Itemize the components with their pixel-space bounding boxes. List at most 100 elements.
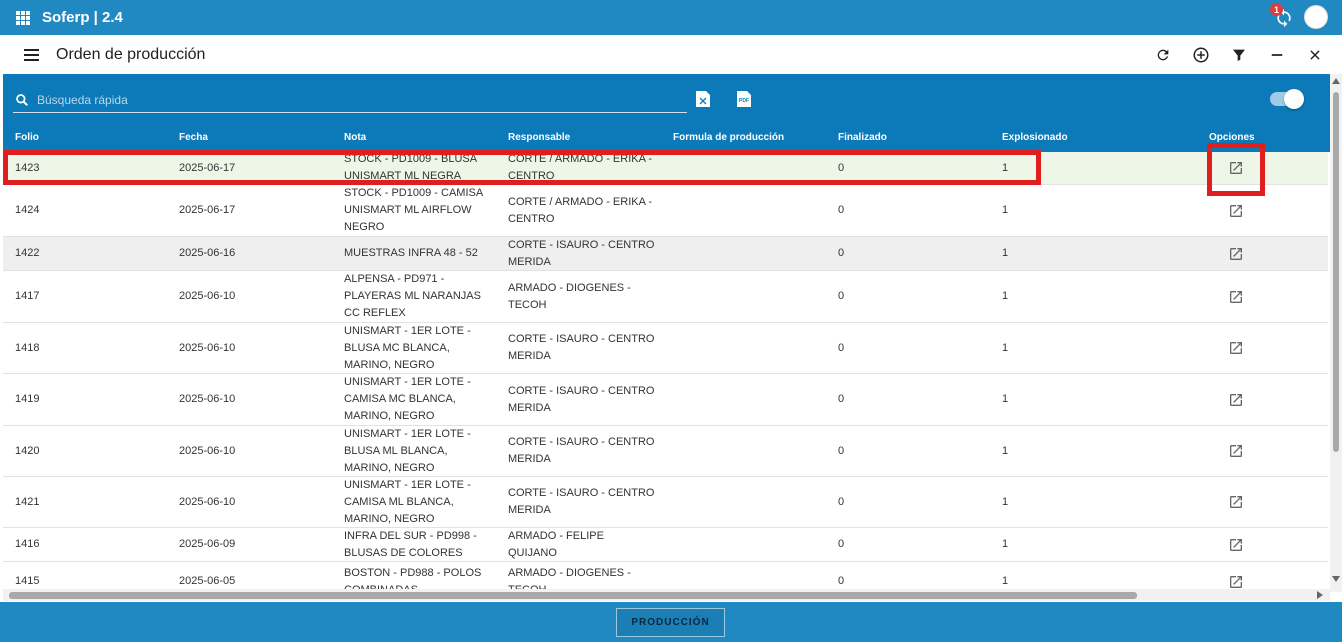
menu-icon[interactable] xyxy=(24,48,39,61)
cell-folio: 1424 xyxy=(15,204,40,216)
cell-responsable-line: QUIJANO xyxy=(508,546,557,559)
open-in-new-icon[interactable] xyxy=(1225,562,1247,592)
footer-bar: PRODUCCIÓN xyxy=(0,602,1342,642)
cell-responsable: ARMADO - DIOGENES - TECOH xyxy=(508,271,658,322)
horizontal-scrollbar[interactable] xyxy=(3,589,1330,601)
cell-nota: UNISMART - 1ER LOTE - CAMISA MC BLANCA, MA… xyxy=(344,374,492,425)
column-header-opciones: Opciones xyxy=(1209,132,1255,143)
cell-nota: UNISMART - 1ER LOTE - CAMISA ML BLANCA, MA… xyxy=(344,477,492,527)
table-row[interactable]: 1416 2025-06-09 INFRA DEL SUR - PD998 - BLU… xyxy=(3,528,1328,562)
column-header-folio[interactable]: Folio xyxy=(15,132,39,143)
cell-responsable: CORTE - ISAURO - CENTRO MERIDA xyxy=(508,237,658,270)
table-row[interactable]: 1420 2025-06-10 UNISMART - 1ER LOTE - BLUSA… xyxy=(3,426,1328,477)
table-row[interactable]: 1424 2025-06-17 STOCK - PD1009 - CAMISA UNI… xyxy=(3,185,1328,237)
table-row[interactable]: 1417 2025-06-10 ALPENSA - PD971 - PLAYERAS … xyxy=(3,271,1328,323)
cell-folio: 1415 xyxy=(15,575,40,587)
open-in-new-icon[interactable] xyxy=(1225,237,1247,270)
highlight-box-row xyxy=(3,150,1041,185)
page-title: Orden de producción xyxy=(56,45,206,63)
cell-nota-line: NEGRO xyxy=(344,221,385,233)
cell-responsable-line: MERIDA xyxy=(508,255,551,268)
apps-grid-icon[interactable] xyxy=(16,10,30,25)
cell-explosionado: 1 xyxy=(1002,495,1009,508)
cell-responsable-line: ARMADO - FELIPE xyxy=(508,529,604,542)
cell-responsable-line: CORTE - ISAURO - CENTRO xyxy=(508,333,655,345)
cell-nota-line: MARINO, NEGRO xyxy=(344,410,435,422)
table-body: 1423 2025-06-17 STOCK - PD1009 - BLUSA UNIS… xyxy=(3,152,1328,592)
close-icon[interactable] xyxy=(1304,44,1326,66)
cell-responsable-line: MERIDA xyxy=(508,401,551,414)
column-header-nota[interactable]: Nota xyxy=(344,132,366,143)
open-in-new-icon[interactable] xyxy=(1225,477,1247,527)
open-in-new-icon[interactable] xyxy=(1225,271,1247,322)
cell-folio: 1418 xyxy=(15,341,40,354)
cell-explosionado: 1 xyxy=(1002,393,1009,405)
cell-fecha: 2025-06-10 xyxy=(179,341,236,354)
cell-explosionado: 1 xyxy=(1002,575,1009,587)
column-header-explosionado[interactable]: Explosionado xyxy=(1002,132,1068,143)
search-field[interactable] xyxy=(13,87,687,113)
cell-responsable-line: CORTE - ISAURO - CENTRO xyxy=(508,238,655,251)
cell-explosionado: 1 xyxy=(1002,538,1009,550)
cell-nota: BOSTON - PD988 - POLOS COMBINADAS xyxy=(344,562,492,593)
table-row[interactable]: 1418 2025-06-10 UNISMART - 1ER LOTE - BLUSA… xyxy=(3,323,1328,374)
column-header-formula[interactable]: Formula de producción xyxy=(673,132,784,143)
table-row[interactable]: 1422 2025-06-16 MUESTRAS INFRA 48 - 52 CORT… xyxy=(3,237,1328,271)
add-circle-icon[interactable] xyxy=(1190,44,1212,66)
cell-folio: 1416 xyxy=(15,538,40,550)
cell-responsable: CORTE - ISAURO - CENTRO MERIDA xyxy=(508,323,658,373)
cell-finalizado: 0 xyxy=(838,495,845,508)
cell-fecha: 2025-06-10 xyxy=(179,393,236,405)
cell-responsable-line: CORTE - ISAURO - CENTRO xyxy=(508,384,655,397)
filter-icon[interactable] xyxy=(1228,44,1250,66)
column-header-finalizado[interactable]: Finalizado xyxy=(838,132,887,143)
open-in-new-icon[interactable] xyxy=(1225,528,1247,561)
cell-fecha: 2025-06-05 xyxy=(179,575,236,587)
vertical-scrollbar[interactable] xyxy=(1330,74,1342,592)
cell-responsable: CORTE - ISAURO - CENTRO MERIDA xyxy=(508,426,658,476)
cell-nota-line: UNISMART ML AIRFLOW xyxy=(344,204,472,216)
user-avatar[interactable] xyxy=(1304,5,1328,29)
cell-nota-line: CAMISA MC BLANCA, xyxy=(344,393,456,405)
column-header-responsable[interactable]: Responsable xyxy=(508,132,570,143)
cell-nota-line: CC REFLEX xyxy=(344,307,406,319)
open-in-new-icon[interactable] xyxy=(1225,323,1247,373)
excel-export-icon[interactable] xyxy=(695,90,711,108)
minimize-icon[interactable] xyxy=(1266,44,1288,66)
cell-nota: UNISMART - 1ER LOTE - BLUSA MC BLANCA, MAR… xyxy=(344,323,492,373)
cell-finalizado: 0 xyxy=(838,247,845,259)
table-row[interactable]: 1415 2025-06-05 BOSTON - PD988 - POLOS COMB… xyxy=(3,562,1328,592)
search-input[interactable] xyxy=(37,92,637,107)
cell-finalizado: 0 xyxy=(838,444,845,457)
table-row[interactable]: 1419 2025-06-10 UNISMART - 1ER LOTE - CAMIS… xyxy=(3,374,1328,426)
cell-finalizado: 0 xyxy=(838,341,845,354)
highlight-box-option xyxy=(1207,143,1265,196)
app-title: Soferp | 2.4 xyxy=(42,9,123,26)
produccion-button[interactable]: PRODUCCIÓN xyxy=(616,608,725,637)
cell-folio: 1419 xyxy=(15,393,40,405)
table-row[interactable]: 1421 2025-06-10 UNISMART - 1ER LOTE - CAMIS… xyxy=(3,477,1328,528)
cell-responsable-line: ARMADO - DIOGENES - xyxy=(508,566,631,579)
cell-responsable-line: MERIDA xyxy=(508,350,551,362)
pdf-export-icon[interactable]: PDF xyxy=(736,90,752,108)
refresh-icon[interactable] xyxy=(1152,44,1174,66)
cell-finalizado: 0 xyxy=(838,204,845,216)
app-bar: Soferp | 2.4 1 xyxy=(0,0,1342,35)
cell-folio: 1420 xyxy=(15,444,40,457)
cell-fecha: 2025-06-10 xyxy=(179,290,236,302)
open-in-new-icon[interactable] xyxy=(1225,374,1247,425)
cell-fecha: 2025-06-17 xyxy=(179,204,236,216)
cell-nota-line: UNISMART - 1ER LOTE - xyxy=(344,478,471,491)
cell-explosionado: 1 xyxy=(1002,290,1009,302)
cell-nota-line: MUESTRAS INFRA 48 - 52 xyxy=(344,247,478,259)
cell-responsable-line: CENTRO xyxy=(508,212,555,225)
column-header-fecha[interactable]: Fecha xyxy=(179,132,208,143)
cell-explosionado: 1 xyxy=(1002,204,1009,216)
view-toggle[interactable] xyxy=(1270,89,1304,109)
table-headers: Folio Fecha Nota Responsable Formula de … xyxy=(3,132,1331,148)
sync-button[interactable]: 1 xyxy=(1270,3,1296,31)
cell-responsable: ARMADO - FELIPE QUIJANO xyxy=(508,528,658,561)
open-in-new-icon[interactable] xyxy=(1225,426,1247,476)
page-toolbar: Orden de producción xyxy=(0,35,1342,74)
cell-nota: ALPENSA - PD971 - PLAYERAS ML NARANJAS CC … xyxy=(344,271,492,322)
